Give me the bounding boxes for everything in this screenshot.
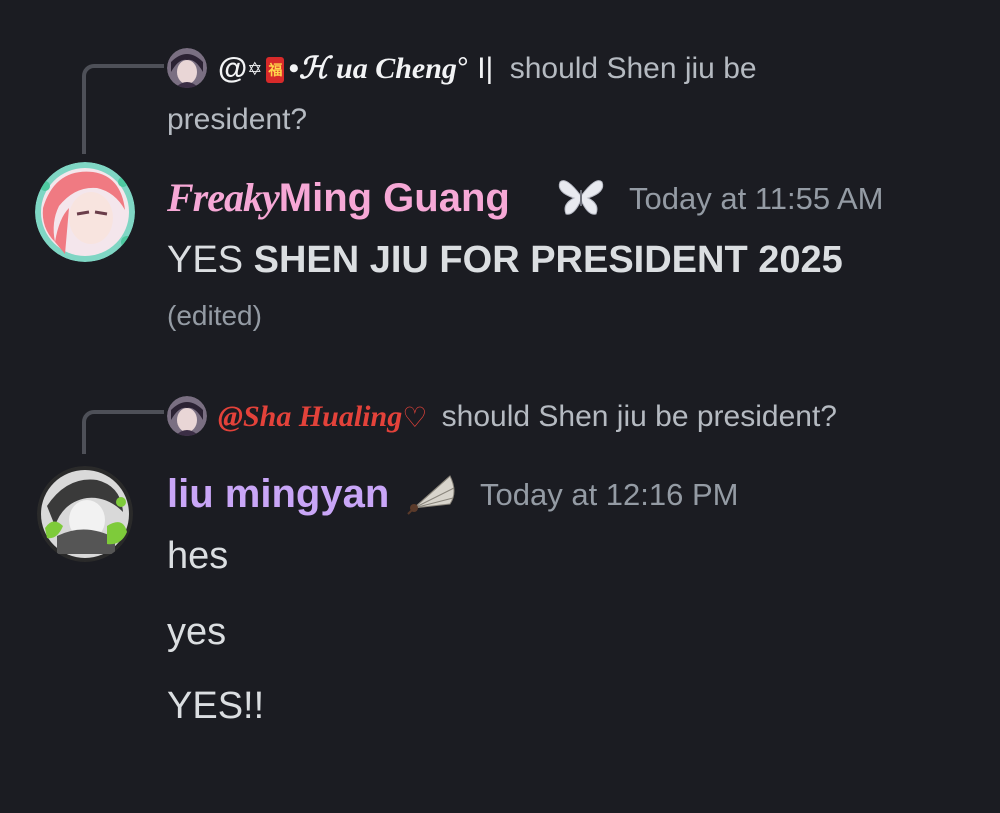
- heart-icon: ♡: [402, 402, 428, 434]
- message-content: YES SHEN JIU FOR PRESIDENT 2025: [167, 239, 843, 281]
- reply-avatar[interactable]: [167, 396, 207, 436]
- reply-text-continued: president?: [167, 103, 308, 136]
- author-avatar[interactable]: [37, 466, 133, 562]
- message-timestamp[interactable]: Today at 12:16 PM: [480, 470, 739, 520]
- reply-text: should Shen jiu be: [509, 52, 757, 85]
- edited-label: (edited): [167, 300, 262, 331]
- reply-author-handle[interactable]: @✡ 福 •ℋ ua Cheng° I|: [218, 52, 493, 85]
- reply-connector: [82, 410, 164, 454]
- reply-connector: [82, 64, 164, 154]
- author-name[interactable]: liu mingyan: [167, 466, 389, 522]
- reply-preview[interactable]: @✡ 福 •ℋ ua Cheng° I| should Shen jiu be: [218, 44, 757, 94]
- author-script-name: Freaky: [167, 175, 280, 220]
- fan-icon: [406, 470, 458, 516]
- author-avatar[interactable]: [35, 162, 135, 262]
- butterfly-icon: [556, 174, 606, 218]
- message-line: hes: [167, 535, 229, 577]
- fu-badge-icon: 福: [266, 57, 285, 84]
- reply-text: should Shen jiu be president?: [441, 400, 837, 433]
- reply-avatar[interactable]: [167, 48, 207, 88]
- reply-author-handle[interactable]: @Sha Hualing: [218, 400, 402, 433]
- message-timestamp[interactable]: Today at 11:55 AM: [629, 174, 883, 224]
- message-line: YES!!: [167, 685, 265, 727]
- reply-preview[interactable]: @Sha Hualing♡ should Shen jiu be preside…: [218, 392, 837, 443]
- message-line: yes: [167, 611, 227, 653]
- author-name[interactable]: FreakyMing Guang: [167, 170, 510, 226]
- star-icon: ✡: [247, 59, 263, 79]
